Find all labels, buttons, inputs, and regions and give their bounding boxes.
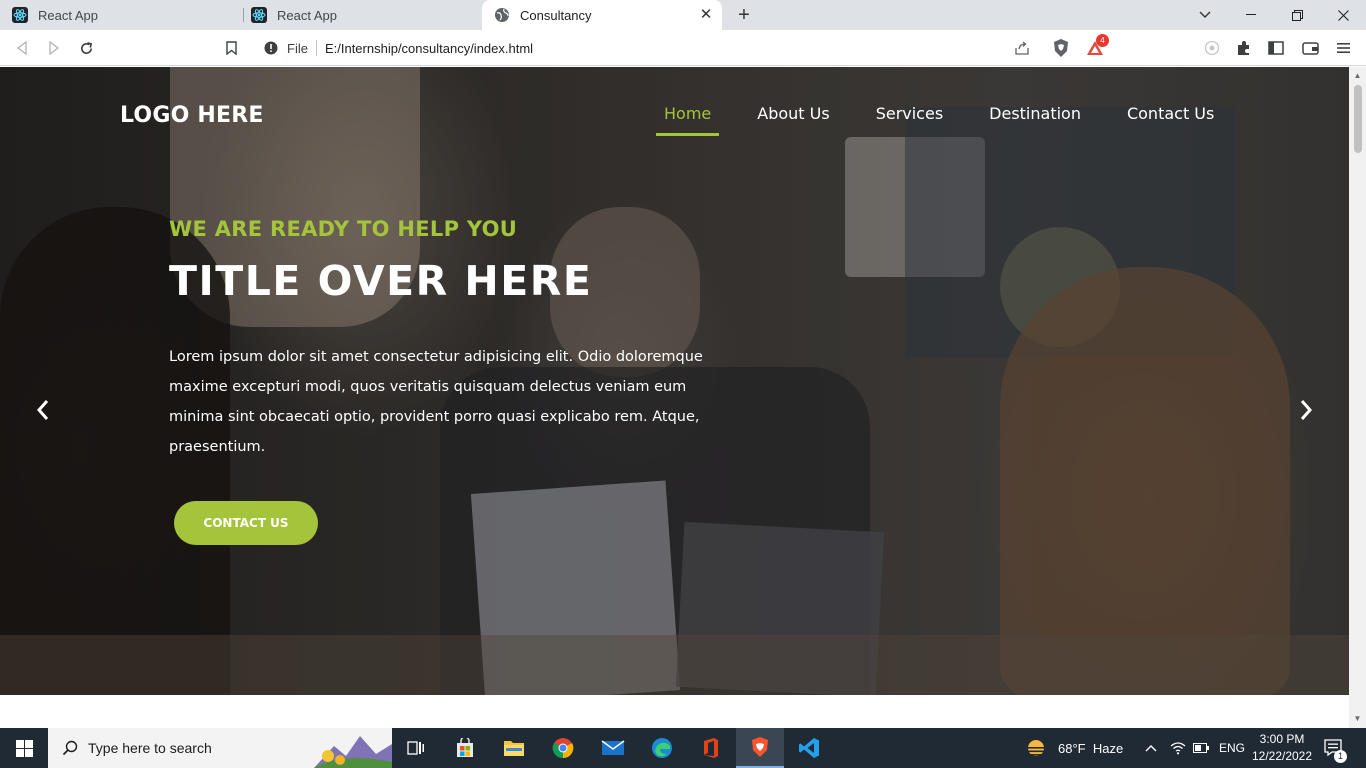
battery-icon[interactable] [1193,728,1209,768]
contact-us-button[interactable]: CONTACT US [174,501,318,545]
globe-icon [494,7,510,23]
tab-title: React App [277,7,337,23]
page-viewport: LOGO HERE Home About Us Services Destina… [0,67,1349,728]
bookmark-icon[interactable] [220,37,242,59]
hero-description: Lorem ipsum dolor sit amet consectetur a… [169,349,703,455]
scroll-up-icon[interactable]: ▲ [1353,71,1362,80]
tab-react-app-2[interactable]: React App [239,0,482,30]
share-icon[interactable] [1014,40,1030,56]
taskbar-search[interactable]: Type here to search [48,728,392,768]
windows-logo-icon [15,739,33,757]
restore-button[interactable] [1274,0,1320,30]
info-icon[interactable] [264,41,278,55]
file-explorer-icon[interactable] [490,728,538,768]
scroll-down-icon[interactable]: ▼ [1353,714,1362,723]
minimize-button[interactable] [1228,0,1274,30]
carousel-next-icon[interactable] [1294,397,1318,427]
tab-react-app-1[interactable]: React App [0,0,243,30]
tab-title: Consultancy [520,7,592,23]
close-window-button[interactable] [1320,0,1366,30]
brave-browser-icon[interactable] [736,728,784,768]
windows-taskbar: Type here to search 68°F Haze ENG 3:00 P… [0,728,1366,768]
search-placeholder: Type here to search [88,740,212,756]
language-indicator[interactable]: ENG [1219,728,1245,768]
weather-widget[interactable]: 68°F Haze [1024,728,1123,768]
url-text[interactable]: E:/Internship/consultancy/index.html [325,41,533,56]
scroll-thumb[interactable] [1354,85,1362,153]
weather-text: 68°F Haze [1058,740,1124,756]
task-view-icon[interactable] [392,728,440,768]
reload-icon[interactable] [75,37,97,59]
nav-about-us[interactable]: About Us [749,101,837,136]
sidebar-icon[interactable] [1265,37,1287,59]
start-button[interactable] [0,728,48,768]
notifications-icon[interactable]: 1 [1324,728,1347,768]
back-icon[interactable] [11,37,33,59]
nav-services[interactable]: Services [868,101,951,136]
browser-toolbar: File E:/Internship/consultancy/index.htm… [0,30,1366,66]
clock[interactable]: 3:00 PM 12/22/2022 [1251,728,1313,768]
tab-title: React App [38,7,98,23]
url-divider [315,40,317,56]
microsoft-store-icon[interactable] [441,728,489,768]
search-highlight-icon [314,732,392,768]
mail-icon[interactable] [589,728,637,768]
forward-icon[interactable] [43,37,65,59]
site-logo[interactable]: LOGO HERE [120,103,264,128]
vpn-icon[interactable] [1201,37,1223,59]
carousel-prev-icon[interactable] [31,397,55,427]
react-icon [12,7,28,23]
chrome-icon[interactable] [539,728,587,768]
close-tab-icon[interactable]: ✕ [698,7,714,23]
tab-consultancy[interactable]: Consultancy ✕ [482,0,722,30]
hero-eyebrow: WE ARE READY TO HELP YOU [169,217,518,241]
notification-badge: 1 [1334,750,1347,763]
show-hidden-icons-chevron-icon[interactable] [1145,728,1157,768]
page-scrollbar[interactable]: ▲ ▼ [1349,67,1366,728]
network-icon[interactable] [1170,728,1186,768]
react-icon [251,7,267,23]
nav-home[interactable]: Home [656,101,720,136]
new-tab-button[interactable]: + [733,4,755,26]
vscode-icon[interactable] [785,728,833,768]
tab-search-chevron-icon[interactable] [1182,0,1228,30]
menu-icon[interactable] [1333,37,1355,59]
brave-rewards-icon[interactable]: 4 [1084,34,1109,59]
office-icon[interactable] [687,728,735,768]
rewards-badge: 4 [1096,34,1109,47]
extensions-icon[interactable] [1233,37,1255,59]
wallet-icon[interactable] [1299,37,1321,59]
address-bar[interactable]: File E:/Internship/consultancy/index.htm… [254,35,1114,61]
search-icon [62,740,78,756]
brave-shields-icon[interactable] [1050,37,1072,59]
haze-sun-icon [1024,738,1048,758]
url-scheme-label: File [287,40,308,56]
edge-icon[interactable] [638,728,686,768]
nav-contact-us[interactable]: Contact Us [1119,101,1222,136]
nav-destination[interactable]: Destination [981,101,1089,136]
hero-carousel: LOGO HERE Home About Us Services Destina… [0,67,1349,695]
clock-date: 12/22/2022 [1251,749,1313,763]
hero-title: TITLE OVER HERE [169,257,593,305]
main-nav: Home About Us Services Destination Conta… [656,101,1252,136]
tab-strip: React App React App Consultancy ✕ + [0,0,1366,30]
clock-time: 3:00 PM [1259,732,1305,746]
